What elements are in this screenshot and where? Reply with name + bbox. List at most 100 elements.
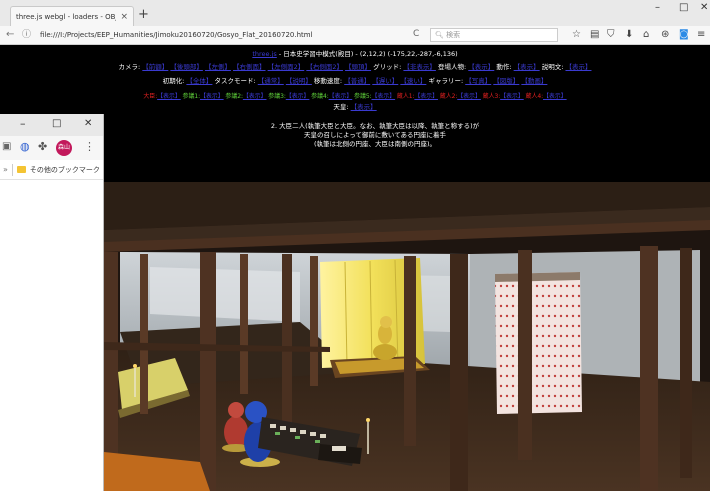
camera-link-2[interactable]: 【後頭部】 — [170, 63, 203, 71]
camera-label: カメラ: — [118, 63, 141, 71]
seats-row: 大臣:【表示】 参議1:【表示】 参議2:【表示】 参議3:【表示】 参議4:【… — [0, 92, 710, 102]
header-title-row: three.js - 日本史学習中模式(殿目) - (2,12,2) (-175… — [0, 49, 710, 59]
seat-link-1[interactable]: 【表示】 — [157, 93, 181, 100]
motion-link[interactable]: 【表示】 — [514, 63, 540, 71]
seat-label-7: 蔵人1: — [396, 93, 415, 100]
seat-link-2[interactable]: 【表示】 — [200, 93, 224, 100]
gallery-link-3[interactable]: 【動画】 — [521, 77, 547, 85]
threejs-link[interactable]: three.js — [252, 50, 276, 58]
camera-link-5[interactable]: 【左側面2】 — [268, 63, 305, 71]
overlay-bookmarks-bar: » その他のブックマーク — [0, 160, 103, 180]
seat-label-6: 参議5: — [354, 93, 372, 100]
reload-button[interactable]: C — [413, 29, 419, 39]
star-icon[interactable]: ☆ — [572, 28, 581, 42]
navigation-bar: ← ⓘ file:///I:/Projects/EEP_Humanities/J… — [0, 26, 710, 45]
init-label: 初期化: — [162, 77, 185, 85]
seat-link-7[interactable]: 【表示】 — [414, 93, 438, 100]
gallery-link-2[interactable]: 【図版】 — [493, 77, 519, 85]
gallery-link-1[interactable]: 【写真】 — [465, 77, 491, 85]
back-icon[interactable]: ← — [6, 29, 14, 41]
emperor-row: 天皇: 【表示】 — [0, 102, 710, 112]
seat-label-9: 蔵人3: — [482, 93, 501, 100]
grid-link[interactable]: 【非表示】 — [403, 63, 436, 71]
browser-chrome: three.js webgl - loaders - OBJ ... × + –… — [0, 0, 710, 45]
gallery-label: ギャラリー: — [428, 77, 464, 85]
extension-icon[interactable]: ◙ — [679, 28, 689, 42]
overlay-close-button[interactable]: ✕ — [84, 118, 92, 129]
camera-link-3[interactable]: 【左側】 — [205, 63, 231, 71]
other-bookmarks-link[interactable]: その他のブックマーク — [30, 165, 100, 175]
seat-label-5: 参議4: — [311, 93, 329, 100]
overlay-menu-icon[interactable]: ⋮ — [84, 140, 95, 153]
overlay-chevron-icon[interactable]: » — [3, 165, 8, 174]
task-link-1[interactable]: 【通常】 — [258, 77, 284, 85]
overlay-page-icon[interactable]: ▣ — [2, 141, 11, 152]
maximize-button[interactable]: □ — [679, 2, 688, 13]
grid-label: グリッド: — [373, 63, 402, 71]
camera-link-6[interactable]: 【右側面2】 — [306, 63, 343, 71]
overlay-toolbar: ▣ ◍ ✤ 森山 ⋮ — [0, 136, 103, 161]
seat-link-5[interactable]: 【表示】 — [329, 93, 353, 100]
camera-controls-row: カメラ: 【前額】 【後頭部】 【左側】 【右側面】 【左側面2】 【右側面2】… — [0, 62, 710, 72]
search-input[interactable]: 🔍︎ 検索 — [430, 28, 558, 42]
overlay-extensions-icon[interactable]: ✤ — [38, 140, 47, 153]
overlay-titlebar: – □ ✕ — [0, 114, 103, 136]
shield-icon[interactable]: ⛉ — [607, 28, 615, 42]
overlay-minimize-button[interactable]: – — [20, 117, 26, 130]
people-label: 登場人物: — [437, 63, 467, 71]
seat-link-4[interactable]: 【表示】 — [286, 93, 310, 100]
tab-title: three.js webgl - loaders - OBJ ... — [16, 12, 117, 21]
search-icon: 🔍︎ — [435, 31, 444, 39]
init-link[interactable]: 【全体】 — [186, 77, 212, 85]
camera-link-7[interactable]: 【頭頂】 — [345, 63, 371, 71]
folder-icon — [16, 166, 26, 173]
emperor-link[interactable]: 【表示】 — [351, 103, 377, 111]
download-icon[interactable]: ⬇ — [625, 28, 633, 42]
motion-label: 動作: — [496, 63, 512, 71]
browser-tab[interactable]: three.js webgl - loaders - OBJ ... × — [10, 6, 134, 26]
menu-icon[interactable]: ≡ — [697, 28, 705, 42]
people-link[interactable]: 【表示】 — [468, 63, 494, 71]
speed-link-2[interactable]: 【遅い】 — [372, 77, 398, 85]
seat-label-10: 蔵人4: — [525, 93, 544, 100]
overlay-avatar[interactable]: 森山 — [56, 140, 72, 156]
camera-link-1[interactable]: 【前額】 — [142, 63, 168, 71]
seat-link-6[interactable]: 【表示】 — [372, 93, 396, 100]
sync-icon[interactable]: ⊛ — [661, 28, 669, 42]
settings-row: 初期化: 【全体】 タスクモード: 【通常】 【説明】 移動速度: 【普通】 【… — [0, 76, 710, 86]
info-icon[interactable]: ⓘ — [22, 29, 31, 41]
seat-label-2: 参議1: — [182, 93, 201, 100]
seat-link-9[interactable]: 【表示】 — [500, 93, 524, 100]
header-title: - 日本史学習中模式(殿目) - (2,12,2) (-175,22,-287,… — [276, 50, 458, 58]
desc-link[interactable]: 【表示】 — [565, 63, 591, 71]
minimize-button[interactable]: – — [655, 2, 660, 13]
new-tab-button[interactable]: + — [138, 8, 149, 22]
seat-link-3[interactable]: 【表示】 — [243, 93, 267, 100]
webgl-page: three.js - 日本史学習中模式(殿目) - (2,12,2) (-175… — [0, 45, 710, 491]
speed-link-1[interactable]: 【普通】 — [344, 77, 370, 85]
description-line-3: (執筆は北側の円座、大臣は南側の円座)。 — [313, 140, 437, 148]
emperor-label: 天皇: — [333, 103, 349, 111]
overlay-maximize-button[interactable]: □ — [52, 118, 61, 129]
home-icon[interactable]: ⌂ — [643, 28, 649, 42]
overlay-globe-icon[interactable]: ◍ — [20, 140, 30, 153]
seat-link-8[interactable]: 【表示】 — [457, 93, 481, 100]
seat-label-1: 大臣: — [143, 93, 158, 100]
overlay-browser-window[interactable]: – □ ✕ ▣ ◍ ✤ 森山 ⋮ » その他のブックマーク — [0, 114, 104, 491]
task-link-2[interactable]: 【説明】 — [286, 77, 312, 85]
close-window-button[interactable]: ✕ — [700, 2, 708, 13]
speed-link-3[interactable]: 【速い】 — [400, 77, 426, 85]
seat-label-8: 蔵人2: — [439, 93, 458, 100]
seat-label-3: 参議2: — [225, 93, 243, 100]
reader-icon[interactable]: ▤ — [590, 28, 599, 42]
task-label: タスクモード: — [214, 77, 256, 85]
overlay-divider — [11, 163, 13, 176]
tab-close-icon[interactable]: × — [120, 12, 128, 22]
search-placeholder: 検索 — [446, 31, 461, 39]
desc-label: 説明文: — [541, 63, 564, 71]
speed-label: 移動速度: — [313, 77, 343, 85]
camera-link-4[interactable]: 【右側面】 — [233, 63, 266, 71]
address-bar[interactable]: file:///I:/Projects/EEP_Humanities/Jimok… — [40, 29, 407, 42]
webgl-scene[interactable] — [0, 182, 710, 491]
seat-link-10[interactable]: 【表示】 — [543, 93, 567, 100]
